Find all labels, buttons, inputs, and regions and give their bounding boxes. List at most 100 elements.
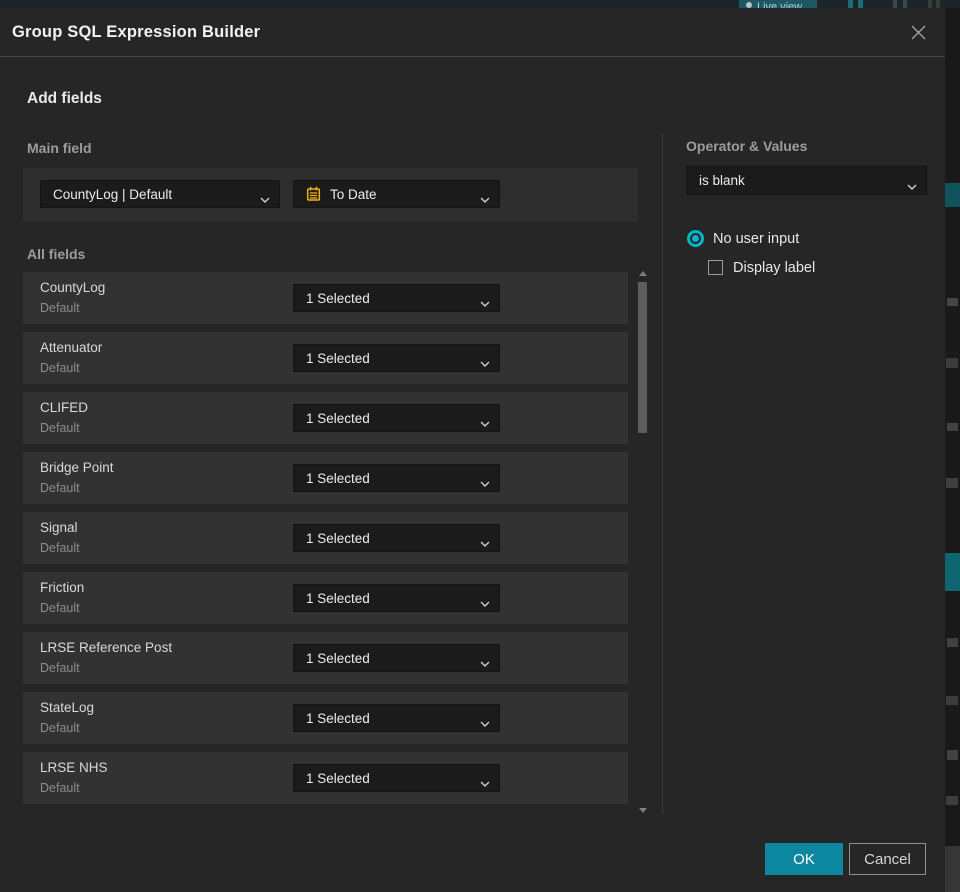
field-list-item: LRSE NHS Default 1 Selected	[23, 752, 628, 804]
display-label-label: Display label	[733, 260, 816, 276]
field-selection-value: 1 Selected	[306, 410, 370, 426]
field-selection-value: 1 Selected	[306, 290, 370, 306]
field-name: CLIFED	[40, 400, 89, 415]
field-selection-value: 1 Selected	[306, 530, 370, 546]
live-view-label: Live view	[757, 1, 803, 8]
field-selection-value: 1 Selected	[306, 350, 370, 366]
field-list-item: CLIFED Default 1 Selected	[23, 392, 628, 444]
field-list-item: CountyLog Default 1 Selected	[23, 272, 628, 324]
field-subtitle: Default	[40, 421, 80, 435]
field-name: Friction	[40, 580, 85, 595]
field-selection-select[interactable]: 1 Selected	[293, 464, 500, 492]
field-selection-select[interactable]: 1 Selected	[293, 584, 500, 612]
field-list-item: StateLog Default 1 Selected	[23, 692, 628, 744]
field-name: CountyLog	[40, 280, 106, 295]
chevron-down-icon	[480, 715, 490, 730]
chevron-down-icon	[480, 355, 490, 370]
add-fields-heading: Add fields	[27, 90, 102, 107]
field-name: StateLog	[40, 700, 95, 715]
background-fragment	[945, 553, 960, 591]
field-selection-value: 1 Selected	[306, 470, 370, 486]
all-fields-label: All fields	[27, 246, 86, 262]
chevron-down-icon	[480, 595, 490, 610]
radio-dot	[692, 235, 699, 242]
dialog-title: Group SQL Expression Builder	[12, 23, 261, 41]
field-name: LRSE NHS	[40, 760, 108, 775]
background-icon-fragment	[928, 0, 932, 8]
field-list-item: Bridge Point Default 1 Selected	[23, 452, 628, 504]
main-field-type-select[interactable]: To Date	[293, 180, 500, 208]
field-selection-value: 1 Selected	[306, 650, 370, 666]
field-selection-value: 1 Selected	[306, 590, 370, 606]
all-fields-list: CountyLog Default 1 Selected Attenuator …	[23, 272, 628, 805]
background-fragment	[947, 638, 958, 647]
close-icon[interactable]	[904, 18, 932, 46]
main-field-type-value: To Date	[330, 186, 377, 202]
chevron-down-icon	[480, 191, 490, 206]
field-name: Attenuator	[40, 340, 103, 355]
background-icon-fragment	[903, 0, 907, 8]
field-list-item: LRSE Reference Post Default 1 Selected	[23, 632, 628, 684]
field-selection-value: 1 Selected	[306, 770, 370, 786]
calendar-icon	[306, 186, 321, 202]
main-field-panel: CountyLog | Default To Date	[23, 168, 638, 222]
field-selection-select[interactable]: 1 Selected	[293, 764, 500, 792]
scroll-up-icon[interactable]	[639, 271, 647, 276]
background-app-right-strip	[945, 8, 960, 892]
background-icon-fragment	[858, 0, 863, 8]
scroll-down-icon[interactable]	[639, 808, 647, 813]
field-subtitle: Default	[40, 481, 80, 495]
field-selection-select[interactable]: 1 Selected	[293, 404, 500, 432]
background-fragment	[947, 298, 958, 306]
operator-select-value: is blank	[699, 173, 745, 188]
field-selection-value: 1 Selected	[306, 710, 370, 726]
chevron-down-icon	[480, 775, 490, 790]
operator-select[interactable]: is blank	[686, 166, 927, 195]
chevron-down-icon	[480, 655, 490, 670]
main-field-label: Main field	[27, 140, 92, 156]
panel-divider	[662, 133, 663, 814]
field-selection-select[interactable]: 1 Selected	[293, 284, 500, 312]
background-fragment	[946, 696, 958, 705]
chevron-down-icon	[907, 178, 917, 193]
background-fragment	[947, 423, 958, 431]
field-subtitle: Default	[40, 541, 80, 555]
field-selection-select[interactable]: 1 Selected	[293, 704, 500, 732]
background-fragment	[945, 846, 960, 892]
field-list-item: Attenuator Default 1 Selected	[23, 332, 628, 384]
background-fragment	[946, 478, 958, 488]
background-icon-fragment	[893, 0, 897, 8]
field-subtitle: Default	[40, 301, 80, 315]
field-subtitle: Default	[40, 601, 80, 615]
background-icon-fragment	[936, 0, 940, 8]
screen: Live view Group SQL Expression Builder A	[0, 0, 960, 892]
background-fragment	[947, 750, 958, 760]
field-list-item: Signal Default 1 Selected	[23, 512, 628, 564]
field-subtitle: Default	[40, 721, 80, 735]
field-selection-select[interactable]: 1 Selected	[293, 344, 500, 372]
chevron-down-icon	[480, 535, 490, 550]
no-user-input-label: No user input	[713, 231, 800, 247]
field-name: LRSE Reference Post	[40, 640, 173, 655]
field-selection-select[interactable]: 1 Selected	[293, 644, 500, 672]
chevron-down-icon	[480, 295, 490, 310]
group-sql-expression-builder-dialog: Group SQL Expression Builder Add fields …	[0, 8, 945, 892]
background-app-top-strip: Live view	[0, 0, 960, 8]
field-subtitle: Default	[40, 361, 80, 375]
background-icon-fragment	[848, 0, 853, 8]
ok-button[interactable]: OK	[765, 843, 843, 875]
scrollbar-thumb[interactable]	[638, 282, 647, 433]
main-field-select[interactable]: CountyLog | Default	[40, 180, 280, 208]
field-name: Signal	[40, 520, 78, 535]
background-fragment	[946, 796, 958, 805]
display-label-checkbox[interactable]	[708, 260, 723, 275]
field-list-item: Friction Default 1 Selected	[23, 572, 628, 624]
no-user-input-radio[interactable]	[687, 230, 704, 247]
chevron-down-icon	[480, 475, 490, 490]
field-selection-select[interactable]: 1 Selected	[293, 524, 500, 552]
background-fragment	[946, 358, 958, 368]
fields-list-scrollbar[interactable]	[636, 269, 649, 815]
operator-values-label: Operator & Values	[686, 138, 808, 154]
cancel-button[interactable]: Cancel	[849, 843, 926, 875]
chevron-down-icon	[260, 191, 270, 206]
